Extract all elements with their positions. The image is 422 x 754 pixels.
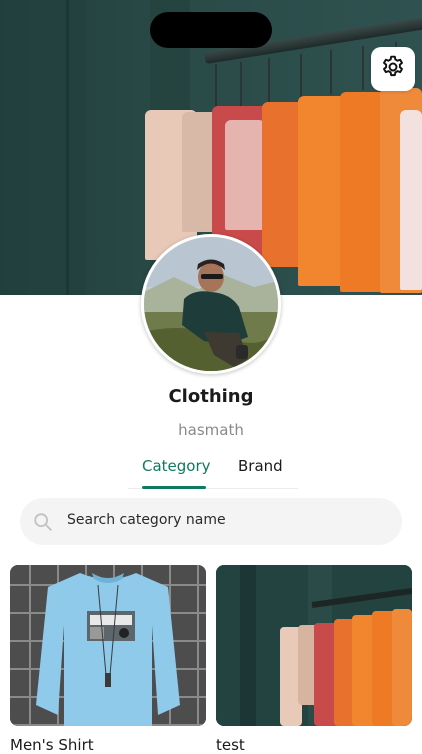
tab-bar: Category Brand [128, 454, 298, 490]
category-card-image[interactable] [216, 565, 412, 726]
search-input[interactable]: Search category name [20, 498, 402, 545]
profile-name: Clothing [168, 386, 254, 407]
device-notch [150, 12, 272, 48]
profile-handle: hasmath [178, 421, 244, 439]
category-card-title: Men's Shirt [10, 736, 94, 754]
tab-category[interactable]: Category [142, 457, 211, 475]
active-tab-indicator [142, 486, 206, 489]
category-card-title: test [216, 736, 245, 754]
tab-brand[interactable]: Brand [238, 457, 283, 475]
gear-icon [380, 54, 406, 84]
category-card-image[interactable] [10, 565, 206, 726]
search-icon [32, 511, 54, 533]
avatar[interactable] [141, 234, 281, 374]
search-placeholder: Search category name [67, 512, 226, 528]
settings-button[interactable] [371, 47, 415, 91]
